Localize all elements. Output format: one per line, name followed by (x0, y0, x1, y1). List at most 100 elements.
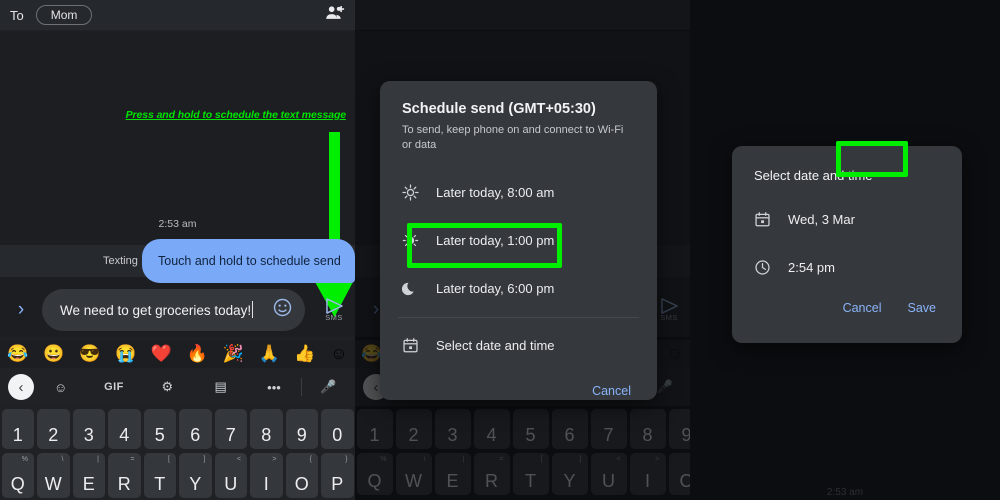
datetime-time-value: 2:54 pm (788, 259, 835, 275)
key-label: 2 (408, 425, 419, 445)
recipient-chip-mom[interactable]: Mom (35, 5, 93, 25)
calendar-icon (402, 337, 436, 354)
send-sms-button[interactable]: SMS (313, 297, 355, 322)
key-T[interactable]: [T (143, 453, 176, 498)
emoji-suggestion-2[interactable]: 😎 (79, 344, 100, 364)
schedule-option-label: Select date and time (436, 338, 555, 354)
datetime-date-row[interactable]: Wed, 3 Mar (732, 195, 962, 243)
key-9[interactable]: 9 (285, 409, 318, 449)
key-E[interactable]: | E (72, 453, 105, 498)
key-label: 9 (681, 425, 690, 445)
key-label: T (525, 471, 536, 491)
key-4[interactable]: 4 (108, 409, 141, 449)
datetime-time-row[interactable]: 2:54 pm (732, 243, 962, 291)
emoji-suggestion-5[interactable]: 🔥 (187, 344, 208, 364)
key-9: 9 (668, 409, 690, 449)
key-Y: ] Y (551, 453, 588, 495)
panel-right-datetime-dialog: Select date and time Wed, 3 Mar 2:54 pm … (690, 0, 1000, 500)
key-alt-label: } (345, 456, 348, 463)
message-timestamp: 2:53 am (158, 218, 197, 230)
emoji-suggestion-6[interactable]: 🎉 (223, 344, 244, 364)
datetime-date-value: Wed, 3 Mar (788, 211, 855, 227)
key-8: 8 (629, 409, 666, 449)
emoji-suggestion-row: 😂 😀 😎 😭 ❤️ 🔥 🎉 🙏 👍 ☺ (0, 340, 355, 368)
message-bubble-outgoing[interactable]: Touch and hold to schedule send (142, 239, 355, 283)
key-I: > I (629, 453, 666, 495)
emoji-suggestion-0[interactable]: 😂 (7, 344, 28, 364)
schedule-option-evening[interactable]: Later today, 6:00 pm (380, 265, 657, 313)
highlight-box-save-button (836, 141, 908, 177)
settings-gear-icon[interactable]: ⚙ (141, 379, 194, 395)
key-label: 7 (603, 425, 614, 445)
key-P[interactable]: } P (321, 453, 354, 498)
key-1[interactable]: 1 (1, 409, 34, 449)
key-U[interactable]: < U (214, 453, 247, 498)
sticker-icon[interactable]: ☺ (34, 380, 87, 395)
highlight-box-select-date-and-time (407, 223, 562, 268)
emoji-suggestion-4[interactable]: ❤️ (151, 344, 172, 364)
key-O[interactable]: {O (285, 453, 318, 498)
schedule-dialog-actions: Cancel (380, 370, 657, 404)
send-mode-label: SMS (325, 312, 343, 322)
key-label: 1 (369, 425, 380, 445)
key-Y[interactable]: ] Y (179, 453, 212, 498)
key-label: E (446, 471, 459, 491)
key-label: I (263, 474, 269, 494)
key-label: O (294, 474, 309, 494)
panel-left-messaging-app: To Mom Press and hold to schedule the te… (0, 0, 355, 500)
key-7[interactable]: 7 (214, 409, 247, 449)
keyboard-qwerty-row: % Q \ W | E = R[T] Y < U > I{O} P (0, 451, 355, 500)
key-0[interactable]: 0 (321, 409, 354, 449)
keyboard-toolbar: ‹ ☺ GIF ⚙ ▤ ••• 🎤 (0, 368, 355, 406)
key-alt-label: | (97, 456, 99, 463)
message-input-value[interactable]: We need to get groceries today! (60, 301, 267, 318)
key-alt-label: = (499, 456, 504, 463)
key-8[interactable]: 8 (250, 409, 283, 449)
schedule-dialog-title: Schedule send (GMT+05:30) (402, 101, 596, 117)
key-6: 6 (551, 409, 588, 449)
emoji-suggestion-7[interactable]: 🙏 (258, 344, 279, 364)
schedule-option-morning[interactable]: Later today, 8:00 am (380, 169, 657, 217)
emoji-suggestion-9[interactable]: ☺ (330, 344, 347, 364)
key-Q[interactable]: % Q (1, 453, 34, 498)
key-label: 4 (486, 425, 497, 445)
key-7: 7 (590, 409, 627, 449)
person-add-icon[interactable] (325, 4, 345, 27)
key-label: 7 (225, 425, 236, 445)
key-label: 8 (261, 425, 272, 445)
back-circle-icon[interactable]: ‹ (8, 374, 34, 400)
chevron-right-icon[interactable]: › (0, 299, 42, 321)
dimmed-topbar (355, 0, 690, 30)
key-1: 1 (356, 409, 393, 449)
key-3[interactable]: 3 (72, 409, 105, 449)
emoji-suggestion-8[interactable]: 👍 (294, 344, 315, 364)
key-Q: % Q (356, 453, 393, 495)
translate-icon[interactable]: ▤ (194, 379, 247, 395)
key-3: 3 (434, 409, 471, 449)
key-alt-label: [ (168, 456, 170, 463)
emoji-suggestion-3[interactable]: 😭 (115, 344, 136, 364)
emoji-smiley-icon[interactable] (267, 298, 297, 322)
key-2[interactable]: 2 (37, 409, 70, 449)
key-6[interactable]: 6 (179, 409, 212, 449)
key-R[interactable]: = R (108, 453, 141, 498)
emoji-suggestion-1[interactable]: 😀 (43, 344, 64, 364)
schedule-cancel-button[interactable]: Cancel (588, 378, 635, 404)
gif-icon[interactable]: GIF (87, 381, 140, 393)
key-I[interactable]: > I (250, 453, 283, 498)
key-E: | E (434, 453, 471, 495)
send-arrow-icon (325, 297, 343, 314)
microphone-icon[interactable]: 🎤 (302, 379, 355, 395)
schedule-option-custom-datetime[interactable]: Select date and time (380, 322, 657, 370)
key-alt-label: { (309, 456, 312, 463)
dimmed-keyboard-number-row: 1234567890 (355, 407, 690, 451)
datetime-cancel-button[interactable]: Cancel (839, 295, 886, 321)
datetime-save-button[interactable]: Save (904, 295, 941, 321)
key-5[interactable]: 5 (143, 409, 176, 449)
key-W[interactable]: \ W (37, 453, 70, 498)
key-alt-label: ] (579, 456, 582, 463)
key-label: R (117, 474, 131, 494)
message-input-pill[interactable]: We need to get groceries today! (42, 288, 305, 331)
text-caret (252, 301, 254, 318)
more-options-icon[interactable]: ••• (247, 380, 300, 395)
